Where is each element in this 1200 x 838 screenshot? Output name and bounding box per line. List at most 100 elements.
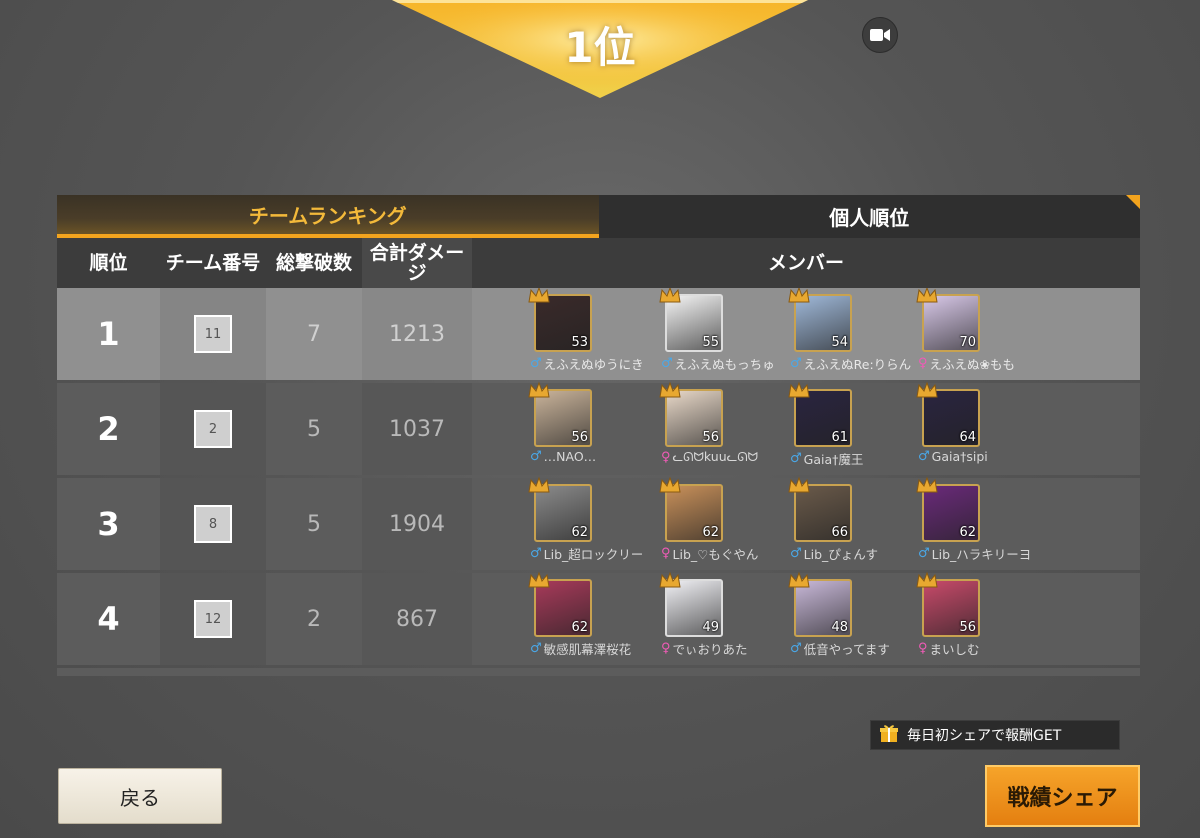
video-camera-icon (870, 29, 890, 41)
member-entry[interactable]: 55 ♂ えふえぬもっちゅ (659, 288, 795, 373)
member-name-text: Gaia†sipi (931, 449, 988, 464)
header-total-kills: 総撃破数 (275, 252, 352, 274)
crown-icon (659, 288, 681, 303)
share-reward-text: 毎日初シェアで報酬GET (907, 728, 1062, 744)
member-level: 66 (831, 525, 848, 540)
member-name: ♂ 低音やってます (790, 639, 924, 658)
ranking-table-header: 順位 チーム番号 総撃破数 合計ダメージ メンバー (57, 238, 1140, 288)
member-name: ♀ ᓚᘏᗢkuuᓚᘏᗢ (661, 449, 795, 465)
female-icon: ♀ (661, 449, 671, 465)
member-level: 53 (571, 335, 588, 350)
member-entry[interactable]: 48 ♂ 低音やってます (788, 571, 924, 658)
member-name: ♂ えふえぬもっちゅ (661, 354, 795, 373)
member-entry[interactable]: 62 ♂ Lib_ハラキリーヨ (916, 476, 1052, 563)
member-entry[interactable]: 49 ♀ でぃおりあた (659, 571, 795, 658)
member-name: ♂ えふえぬRe:りらん (790, 354, 924, 373)
member-level: 62 (571, 525, 588, 540)
member-name: ♂ えふえぬゆうにき (530, 354, 664, 373)
kills-cell: 5 (307, 416, 321, 442)
member-entry[interactable]: 62 ♂ Lib_超ロックリー (528, 476, 664, 563)
member-name-text: えふえぬRe:りらん (803, 357, 912, 372)
member-level: 62 (702, 525, 719, 540)
member-name: ♂ 敏感肌幕澤桜花 (530, 639, 664, 658)
member-name-text: ᓚᘏᗢkuuᓚᘏᗢ (672, 449, 759, 464)
rank-cell: 3 (97, 505, 120, 543)
member-name-text: Gaia†魔王 (803, 452, 864, 467)
male-icon: ♂ (918, 546, 930, 561)
member-entry[interactable]: 62 ♂ 敏感肌幕澤桜花 (528, 571, 664, 658)
back-button[interactable]: 戻る (58, 768, 222, 824)
member-entry[interactable]: 66 ♂ Lib_ぴょんす (788, 476, 924, 563)
male-icon: ♂ (790, 356, 802, 371)
crown-icon (916, 476, 938, 493)
team-number-badge: 11 (194, 315, 232, 353)
share-results-button[interactable]: 戦績シェア (985, 765, 1140, 827)
kills-cell: 7 (307, 321, 321, 347)
member-name-text: Lib_♡もぐやん (672, 547, 759, 562)
member-entry[interactable]: 70 ♀ えふえぬ❀もも (916, 288, 1052, 373)
member-name: ♀ えふえぬ❀もも (918, 354, 1052, 373)
crown-icon (659, 381, 681, 398)
table-row: 2 2 5 1037 56 ♂ …NAO… 56 ♀ ᓚᘏᗢkuuᓚᘏᗢ 61 ♂ Gaia†魔… (57, 381, 1140, 475)
tab-individual-ranking[interactable]: 個人順位 (598, 195, 1140, 238)
ranking-table-body[interactable]: 1 11 7 1213 53 ♂ えふえぬゆうにき 55 ♂ えふえぬもっちゅ 54 ♂ えふえ… (57, 288, 1140, 678)
table-row: 1 11 7 1213 53 ♂ えふえぬゆうにき 55 ♂ えふえぬもっちゅ 54 ♂ えふえ… (57, 288, 1140, 380)
member-level: 62 (959, 525, 976, 540)
member-name: ♂ …NAO… (530, 449, 664, 464)
table-row: 4 12 2 867 62 ♂ 敏感肌幕澤桜花 49 ♀ でぃおりあた 48 ♂ 低音やってます… (57, 571, 1140, 665)
gift-icon (879, 723, 899, 747)
rank-result-label: 1位 (564, 23, 636, 72)
crown-icon (916, 571, 938, 588)
member-level: 62 (571, 620, 588, 635)
member-level: 56 (702, 430, 719, 445)
member-level: 49 (702, 620, 719, 635)
record-video-button[interactable] (862, 17, 898, 53)
header-team-number: チーム番号 (165, 252, 261, 274)
member-name-text: でぃおりあた (672, 642, 748, 657)
share-reward-banner: 毎日初シェアで報酬GET (870, 720, 1120, 750)
team-number-badge: 8 (194, 505, 232, 543)
male-icon: ♂ (790, 546, 802, 561)
crown-icon (916, 288, 938, 303)
member-name: ♂ Lib_超ロックリー (530, 544, 664, 563)
crown-icon (659, 476, 681, 493)
member-entry[interactable]: 62 ♀ Lib_♡もぐやん (659, 476, 795, 563)
member-name-text: えふえぬゆうにき (543, 357, 644, 372)
member-level: 64 (959, 430, 976, 445)
kills-cell: 5 (307, 511, 321, 537)
member-name: ♀ でぃおりあた (661, 639, 795, 658)
member-level: 48 (831, 620, 848, 635)
table-row: 3 8 5 1904 62 ♂ Lib_超ロックリー 62 ♀ Lib_♡もぐやん 66 ♂ L… (57, 476, 1140, 570)
team-number-badge: 2 (194, 410, 232, 448)
rank-cell: 2 (97, 410, 120, 448)
damage-cell: 1213 (362, 288, 472, 380)
male-icon: ♂ (530, 449, 542, 464)
rank-cell: 1 (97, 315, 120, 353)
member-entry[interactable]: 54 ♂ えふえぬRe:りらん (788, 288, 924, 373)
female-icon: ♀ (661, 546, 671, 561)
male-icon: ♂ (530, 641, 542, 656)
member-entry[interactable]: 56 ♂ …NAO… (528, 381, 664, 464)
member-entry[interactable]: 61 ♂ Gaia†魔王 (788, 381, 924, 468)
member-name: ♂ Lib_ハラキリーヨ (918, 544, 1052, 563)
male-icon: ♂ (918, 449, 930, 464)
female-icon: ♀ (918, 356, 928, 371)
member-level: 61 (831, 430, 848, 445)
rank-cell: 4 (97, 600, 120, 638)
member-entry[interactable]: 56 ♀ ᓚᘏᗢkuuᓚᘏᗢ (659, 381, 795, 465)
member-name: ♂ Gaia†魔王 (790, 449, 924, 468)
crown-icon (528, 381, 550, 398)
crown-icon (788, 288, 810, 303)
member-entry[interactable]: 53 ♂ えふえぬゆうにき (528, 288, 664, 373)
members-cell: 56 ♂ …NAO… 56 ♀ ᓚᘏᗢkuuᓚᘏᗢ 61 ♂ Gaia†魔王 64 ♂ Gaia†si… (472, 381, 1140, 475)
member-name-text: …NAO… (543, 449, 597, 464)
male-icon: ♂ (530, 546, 542, 561)
tab-team-ranking[interactable]: チームランキング (57, 195, 599, 238)
damage-cell: 1904 (362, 478, 472, 570)
member-name-text: 低音やってます (803, 642, 890, 657)
members-cell: 53 ♂ えふえぬゆうにき 55 ♂ えふえぬもっちゅ 54 ♂ えふえぬRe:りらん 70 ♀ えふ… (472, 288, 1140, 380)
member-entry[interactable]: 64 ♂ Gaia†sipi (916, 381, 1052, 464)
team-number-badge: 12 (194, 600, 232, 638)
member-entry[interactable]: 56 ♀ まいしむ (916, 571, 1052, 658)
male-icon: ♂ (661, 356, 673, 371)
